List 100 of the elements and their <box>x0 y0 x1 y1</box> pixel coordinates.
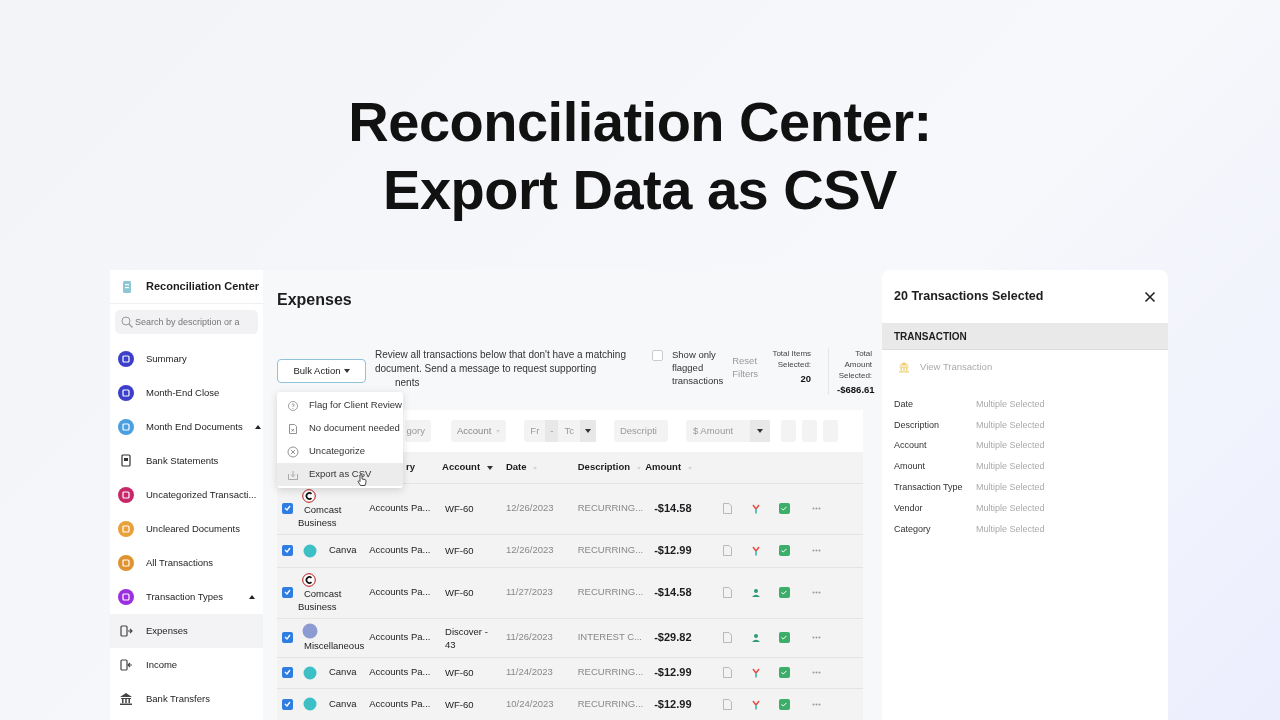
vendor-name: Comcast Business <box>297 502 343 529</box>
document-icon[interactable] <box>722 587 732 599</box>
sidebar-item[interactable]: Income <box>110 648 263 682</box>
more-icon[interactable] <box>812 636 822 640</box>
reconciled-icon[interactable] <box>778 587 790 599</box>
no-document-icon <box>287 422 299 435</box>
category-text: Accounts Pa... <box>369 698 431 710</box>
close-circle-icon <box>287 445 299 458</box>
amount-text: -$12.99 <box>654 666 692 679</box>
row-checkbox[interactable] <box>282 544 293 556</box>
more-icon[interactable] <box>812 507 822 511</box>
person-icon <box>750 587 761 598</box>
sidebar-item[interactable]: Transaction Types <box>110 580 263 614</box>
more-icon[interactable] <box>812 671 822 675</box>
split-icon <box>750 699 761 710</box>
document-icon[interactable] <box>722 667 732 679</box>
bank-icon <box>898 361 910 374</box>
sort-caret-icon[interactable] <box>486 466 493 471</box>
row-checkbox[interactable] <box>282 586 293 598</box>
person-icon <box>750 632 761 643</box>
sidebar-item[interactable]: Summary <box>110 342 263 376</box>
reconciled-icon[interactable] <box>778 545 790 557</box>
total-label: Total Items Selected: <box>772 349 812 369</box>
expense-icon <box>118 623 134 639</box>
column-header[interactable]: Date <box>505 461 538 473</box>
more-icon[interactable] <box>812 549 822 553</box>
vendor-name: Canva <box>328 665 357 680</box>
description-cell-text: RECURRING... <box>577 502 644 514</box>
sidebar-item[interactable]: Uncleared Documents <box>110 512 263 546</box>
row-checkbox[interactable] <box>282 698 293 710</box>
bulk-action-button[interactable]: Bulk Action <box>277 359 366 383</box>
reconciled-icon[interactable] <box>778 667 790 679</box>
amount-text: -$12.99 <box>654 698 692 710</box>
date-text: 11/26/2023 <box>505 631 553 643</box>
account-text: WF-60 <box>445 544 475 557</box>
account-text: WF-60 <box>445 502 475 515</box>
account-text: WF-60 <box>445 666 475 679</box>
category-text: Accounts Pa... <box>369 502 431 514</box>
row-checkbox[interactable] <box>282 631 293 643</box>
field-value: Multiple Selected <box>976 522 1045 536</box>
vendor-logo-icon <box>302 543 317 558</box>
document-icon[interactable] <box>722 503 732 515</box>
description-text: nents <box>394 376 421 389</box>
document-icon[interactable] <box>722 545 732 557</box>
sidebar-item[interactable]: Bank Transfers <box>110 682 263 716</box>
category-text: Accounts Pa... <box>369 586 431 598</box>
field-value: Multiple Selected <box>976 439 1045 453</box>
vendor-name: Canva <box>328 697 357 712</box>
category-text: Accounts Pa... <box>369 666 431 678</box>
more-icon[interactable] <box>812 703 822 707</box>
vendor-logo-icon <box>301 572 316 587</box>
menu-item[interactable]: Flag for Client Review <box>277 394 403 417</box>
section-header: TRANSACTION <box>882 323 1168 350</box>
flagged-checkbox[interactable] <box>652 350 663 361</box>
headline-text: Reconciliation Center: <box>347 89 933 155</box>
date-text: 12/26/2023 <box>505 544 554 556</box>
total-value: -$686.61 <box>837 384 873 395</box>
more-icon[interactable] <box>812 591 822 595</box>
category-text: Accounts Pa... <box>369 544 431 556</box>
vendor-logo-icon <box>302 697 317 712</box>
field-value: Multiple Selected <box>976 460 1045 474</box>
checkbox-label: Show only flagged transactions <box>672 348 724 387</box>
sidebar-item[interactable]: Month-End Close <box>110 376 263 410</box>
description-cell-text: RECURRING... <box>577 666 644 678</box>
search-icon <box>121 316 133 328</box>
search-field[interactable]: Search by description or a <box>115 310 258 334</box>
row-checkbox[interactable] <box>282 502 293 514</box>
document-icon[interactable] <box>722 632 732 644</box>
field-label: Date <box>894 397 914 411</box>
close-icon[interactable] <box>1144 290 1156 303</box>
row-checkbox[interactable] <box>282 666 293 678</box>
field-value: Multiple Selected <box>976 397 1045 411</box>
download-icon <box>287 468 299 481</box>
description-cell-text: RECURRING... <box>577 544 644 556</box>
sidebar-item[interactable]: Bank Statements <box>110 444 263 478</box>
sidebar-item[interactable]: All Transactions <box>110 546 263 580</box>
split-icon <box>750 667 761 678</box>
column-header[interactable]: ry <box>406 461 416 473</box>
vendor-logo-icon <box>302 665 317 680</box>
menu-item[interactable]: No document needed <box>277 417 403 440</box>
amount-text: -$14.58 <box>654 586 692 599</box>
split-icon <box>750 503 761 514</box>
menu-item[interactable]: Uncategorize <box>277 440 403 463</box>
reconciled-icon[interactable] <box>778 632 790 644</box>
sidebar-item[interactable]: Month End Documents <box>110 410 263 444</box>
question-icon <box>287 399 299 412</box>
headline-text: Export Data as CSV <box>382 157 898 223</box>
date-text: 12/26/2023 <box>505 502 554 514</box>
total-value: 20 <box>799 373 812 384</box>
field-value: Multiple Selected <box>976 418 1045 432</box>
reconciled-icon[interactable] <box>778 503 790 515</box>
field-label: Vendor <box>894 501 924 515</box>
sidebar-item[interactable]: Expenses <box>110 614 263 648</box>
income-icon <box>118 657 134 673</box>
sidebar-item[interactable]: Uncategorized Transacti... <box>110 478 263 512</box>
field-label: Amount <box>894 460 927 474</box>
vendor-name: Comcast Business <box>297 586 343 613</box>
description-cell-text: RECURRING... <box>577 586 644 598</box>
document-icon[interactable] <box>722 699 732 711</box>
reconciled-icon[interactable] <box>778 699 790 711</box>
